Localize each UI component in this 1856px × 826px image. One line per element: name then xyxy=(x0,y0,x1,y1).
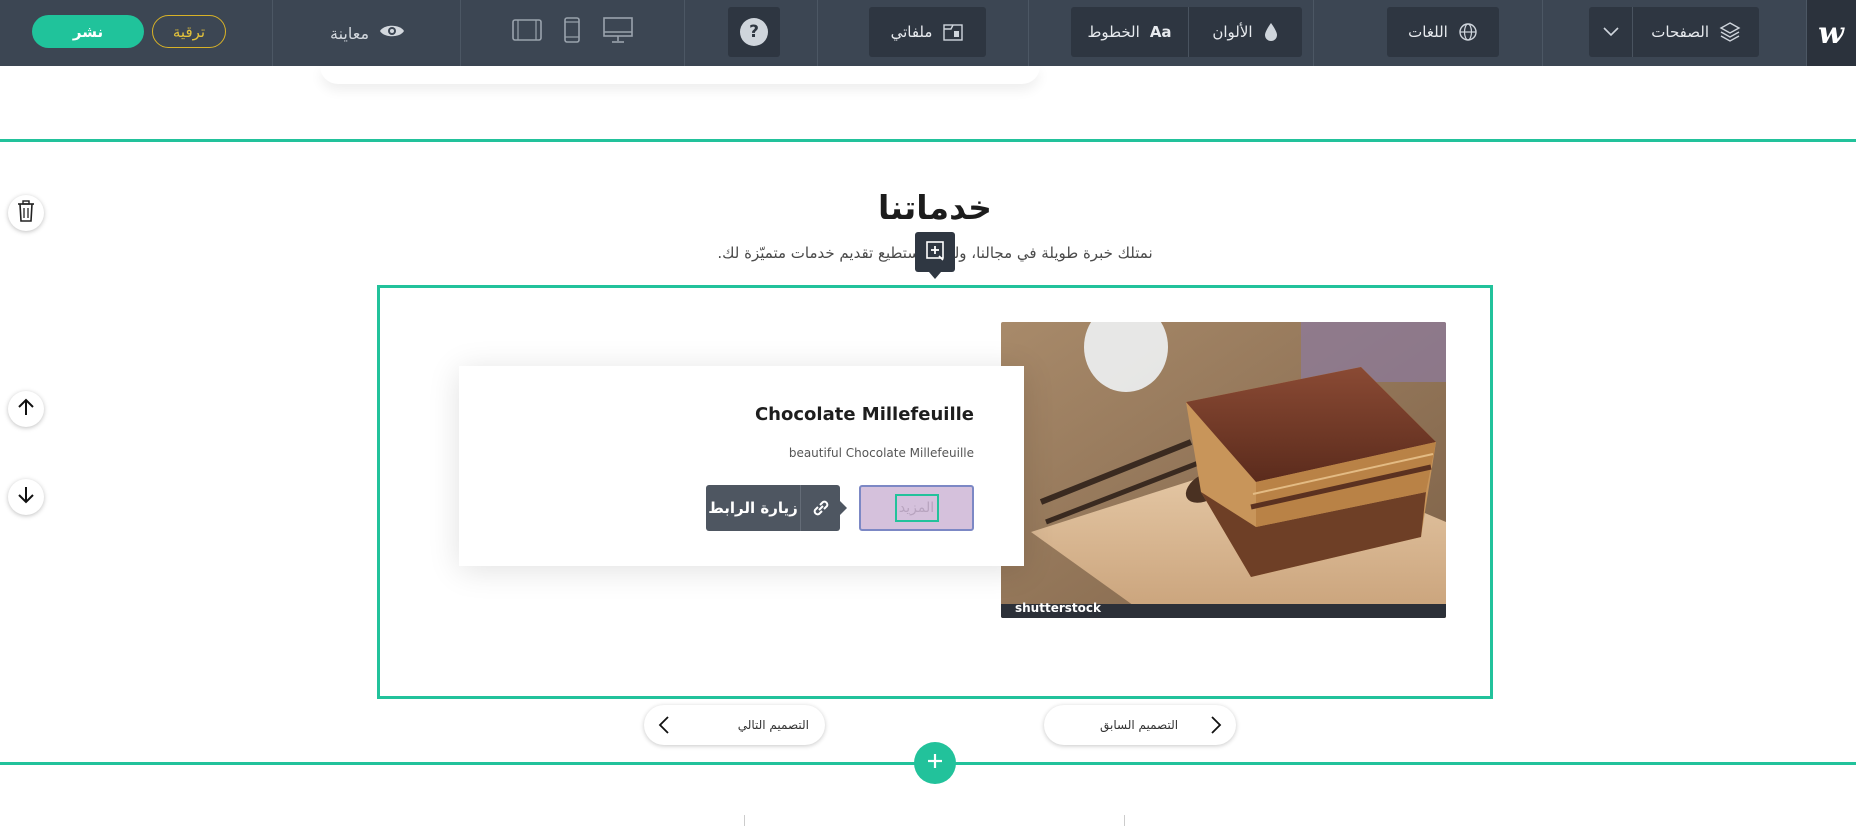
more-button-label: المزيد xyxy=(894,494,939,522)
pages-chevron[interactable] xyxy=(1589,7,1632,57)
publish-button[interactable]: نشر xyxy=(32,15,144,48)
fonts-label: الخطوط xyxy=(1087,23,1140,41)
files-label: ملفاتي xyxy=(890,23,933,41)
toolbar-separator xyxy=(1806,0,1807,66)
app-logo[interactable]: w xyxy=(1806,0,1856,66)
help-icon: ? xyxy=(740,18,768,46)
toolbar-separator xyxy=(272,0,273,66)
section-title[interactable]: خدماتنا xyxy=(700,188,1170,227)
visit-link-tooltip[interactable]: زيارة الرابط xyxy=(706,485,847,531)
folder-icon xyxy=(942,22,964,42)
more-button[interactable]: المزيد xyxy=(859,485,974,531)
pages-dropdown[interactable]: الصفحات xyxy=(1589,7,1759,57)
font-aa-icon: Aa xyxy=(1149,23,1172,41)
tablet-landscape-view-button[interactable] xyxy=(510,16,544,48)
help-button[interactable]: ? xyxy=(728,7,780,57)
colors-label: الألوان xyxy=(1212,23,1253,41)
globe-icon xyxy=(1458,22,1478,42)
tablet-landscape-icon xyxy=(511,17,543,47)
previous-design-label: التصميم السابق xyxy=(1100,718,1179,732)
chevron-down-icon xyxy=(1603,27,1619,37)
mobile-view-button[interactable] xyxy=(561,16,583,48)
service-image[interactable]: shutterstock xyxy=(1001,322,1446,618)
pages-button[interactable]: الصفحات xyxy=(1633,7,1759,57)
plus-icon xyxy=(926,752,944,774)
move-section-down-button[interactable] xyxy=(8,479,44,515)
add-section-button[interactable] xyxy=(914,742,956,784)
layers-icon xyxy=(1719,21,1741,43)
trash-icon xyxy=(15,199,37,227)
arrow-up-icon xyxy=(16,397,36,421)
toolbar-separator xyxy=(460,0,461,66)
toolbar-separator xyxy=(1542,0,1543,66)
section-top-border xyxy=(0,139,1856,142)
preview-button[interactable]: معاينة xyxy=(330,18,405,48)
image-watermark-bar: shutterstock xyxy=(1001,601,1446,618)
next-section-divider xyxy=(744,815,745,826)
mobile-icon xyxy=(563,16,581,48)
card-description[interactable]: beautiful Chocolate Millefeuille xyxy=(789,446,974,460)
delete-section-button[interactable] xyxy=(8,195,44,231)
move-section-up-button[interactable] xyxy=(8,391,44,427)
top-toolbar: w الصفحات اللغات الخطوط Aa الألوان ملفات… xyxy=(0,0,1856,66)
next-design-button[interactable]: التصميم التالي xyxy=(644,705,825,745)
desktop-view-button[interactable] xyxy=(600,16,636,48)
toolbar-separator xyxy=(817,0,818,66)
image-watermark: shutterstock xyxy=(1015,601,1101,615)
add-element-icon xyxy=(923,238,947,266)
link-icon xyxy=(800,485,840,531)
style-group: الخطوط Aa الألوان xyxy=(1071,7,1302,57)
languages-label: اللغات xyxy=(1408,23,1448,41)
block-settings-button[interactable] xyxy=(915,232,955,279)
service-card: Chocolate Millefeuille beautiful Chocola… xyxy=(459,366,1024,566)
desktop-icon xyxy=(602,16,634,48)
previous-section-edge xyxy=(320,66,1040,84)
previous-design-button[interactable]: التصميم السابق xyxy=(1044,705,1236,745)
languages-button[interactable]: اللغات xyxy=(1387,7,1499,57)
upgrade-button[interactable]: ترقية xyxy=(152,15,226,48)
fonts-button[interactable]: الخطوط Aa xyxy=(1071,7,1188,57)
chevron-left-icon xyxy=(658,715,670,738)
visit-link-label: زيارة الرابط xyxy=(708,499,798,517)
card-title[interactable]: Chocolate Millefeuille xyxy=(755,404,974,425)
toolbar-separator xyxy=(1028,0,1029,66)
toolbar-separator xyxy=(684,0,685,66)
eye-icon xyxy=(379,22,405,44)
next-section-divider xyxy=(1124,815,1125,826)
colors-button[interactable]: الألوان xyxy=(1189,7,1302,57)
logo-text: w xyxy=(1818,15,1844,51)
pages-label: الصفحات xyxy=(1651,23,1709,41)
next-design-label: التصميم التالي xyxy=(737,718,809,732)
preview-label: معاينة xyxy=(330,23,370,43)
droplet-icon xyxy=(1263,21,1279,43)
toolbar-separator xyxy=(1313,0,1314,66)
my-files-button[interactable]: ملفاتي xyxy=(869,7,986,57)
arrow-down-icon xyxy=(16,485,36,509)
chevron-right-icon xyxy=(1210,715,1222,738)
